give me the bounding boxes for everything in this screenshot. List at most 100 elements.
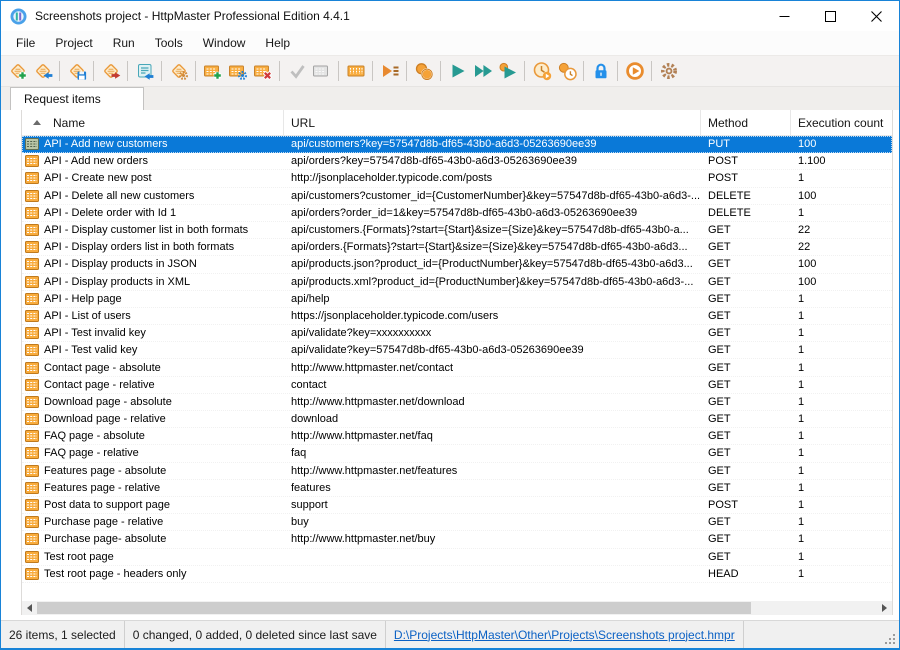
- request-method: GET: [701, 430, 791, 442]
- request-chaining-button[interactable]: [411, 59, 436, 84]
- options-button[interactable]: [656, 59, 681, 84]
- menu-run[interactable]: Run: [103, 32, 145, 54]
- scrollbar-track[interactable]: [37, 601, 877, 615]
- table-row[interactable]: API - Delete all new customersapi/custom…: [22, 188, 892, 205]
- data-generator-button[interactable]: [343, 59, 368, 84]
- request-execution-count: 1: [791, 207, 892, 219]
- execution-monitor-icon: [625, 61, 645, 81]
- table-row[interactable]: API - Add new ordersapi/orders?key=57547…: [22, 153, 892, 170]
- security-lock-button[interactable]: [588, 59, 613, 84]
- toolbar-separator: [372, 61, 373, 81]
- delete-request-item-button[interactable]: [250, 59, 275, 84]
- revert-changes-button[interactable]: [309, 59, 334, 84]
- toolbar: [1, 55, 899, 86]
- table-row[interactable]: API - Display orders list in both format…: [22, 239, 892, 256]
- request-method: GET: [701, 224, 791, 236]
- table-row[interactable]: API - List of usershttps://jsonplacehold…: [22, 308, 892, 325]
- table-row[interactable]: Purchase page - relativebuyGET1: [22, 514, 892, 531]
- execute-all-button[interactable]: [470, 59, 495, 84]
- table-row[interactable]: Test root pageGET1: [22, 549, 892, 566]
- status-item-count: 26 items, 1 selected: [1, 621, 125, 648]
- request-execution-count: 1: [791, 516, 892, 528]
- resize-grip-icon[interactable]: [883, 632, 897, 646]
- table-row[interactable]: API - Help pageapi/helpGET1: [22, 291, 892, 308]
- request-name: FAQ page - relative: [44, 447, 139, 459]
- table-row[interactable]: FAQ page - absolutehttp://www.httpmaster…: [22, 428, 892, 445]
- new-project-item-button[interactable]: [5, 59, 30, 84]
- request-item-icon: [25, 155, 39, 167]
- table-row[interactable]: Features page - absolutehttp://www.httpm…: [22, 463, 892, 480]
- apply-changes-button[interactable]: [284, 59, 309, 84]
- execution-monitor-button[interactable]: [622, 59, 647, 84]
- run-sequence-button[interactable]: [377, 59, 402, 84]
- request-execution-count: 100: [791, 138, 892, 150]
- close-button[interactable]: [853, 1, 899, 31]
- request-url: https://jsonplaceholder.typicode.com/use…: [284, 310, 701, 322]
- request-method: GET: [701, 482, 791, 494]
- table-row[interactable]: Contact page - relativecontactGET1: [22, 377, 892, 394]
- menu-project[interactable]: Project: [45, 32, 102, 54]
- menu-window[interactable]: Window: [193, 32, 256, 54]
- horizontal-scrollbar[interactable]: [22, 601, 892, 615]
- toolbar-separator: [279, 61, 280, 81]
- add-request-item-button[interactable]: [200, 59, 225, 84]
- table-row[interactable]: API - Display products in XMLapi/product…: [22, 274, 892, 291]
- table-row[interactable]: Features page - relativefeaturesGET1: [22, 480, 892, 497]
- project-path-link[interactable]: D:\Projects\HttpMaster\Other\Projects\Sc…: [394, 628, 735, 642]
- table-row[interactable]: Test root page - headers onlyHEAD1: [22, 566, 892, 583]
- table-row[interactable]: API - Display customer list in both form…: [22, 222, 892, 239]
- table-row[interactable]: API - Test invalid keyapi/validate?key=x…: [22, 325, 892, 342]
- open-project-item-button[interactable]: [30, 59, 55, 84]
- table-row[interactable]: API - Display products in JSONapi/produc…: [22, 256, 892, 273]
- scroll-right-button[interactable]: [877, 601, 892, 615]
- schedule-group-button[interactable]: [554, 59, 579, 84]
- request-item-icon: [25, 482, 39, 494]
- export-project-item-button[interactable]: [98, 59, 123, 84]
- app-logo-icon: [10, 8, 27, 25]
- save-project-item-button[interactable]: [64, 59, 89, 84]
- request-method: GET: [701, 310, 791, 322]
- schedule-execution-button[interactable]: [529, 59, 554, 84]
- table-row[interactable]: API - Add new customersapi/customers?key…: [22, 136, 892, 153]
- edit-request-item-button[interactable]: [225, 59, 250, 84]
- data-generator-icon: [346, 61, 366, 81]
- menu-tools[interactable]: Tools: [145, 32, 193, 54]
- scroll-right-icon: [882, 604, 887, 612]
- table-row[interactable]: API - Create new posthttp://jsonplacehol…: [22, 170, 892, 187]
- table-row[interactable]: Download page - relativedownloadGET1: [22, 411, 892, 428]
- request-url: support: [284, 499, 701, 511]
- minimize-button[interactable]: [761, 1, 807, 31]
- delete-request-item-icon: [253, 61, 273, 81]
- execute-selected-button[interactable]: [495, 59, 520, 84]
- request-execution-count: 1: [791, 344, 892, 356]
- column-header-method[interactable]: Method: [701, 110, 791, 135]
- table-row[interactable]: Download page - absolutehttp://www.httpm…: [22, 394, 892, 411]
- menu-file[interactable]: File: [6, 32, 45, 54]
- toolbar-separator: [127, 61, 128, 81]
- column-header-name[interactable]: Name: [22, 110, 284, 135]
- menu-help[interactable]: Help: [255, 32, 300, 54]
- table-row[interactable]: FAQ page - relativefaqGET1: [22, 445, 892, 462]
- scroll-left-icon: [27, 604, 32, 612]
- tab-request-items[interactable]: Request items: [10, 87, 144, 110]
- table-row[interactable]: API - Test valid keyapi/validate?key=575…: [22, 342, 892, 359]
- request-method: POST: [701, 172, 791, 184]
- table-row[interactable]: Post data to support pagesupportPOST1: [22, 497, 892, 514]
- table-row[interactable]: API - Delete order with Id 1api/orders?o…: [22, 205, 892, 222]
- table-body: API - Add new customersapi/customers?key…: [22, 136, 892, 601]
- execute-button[interactable]: [445, 59, 470, 84]
- request-item-icon: [25, 516, 39, 528]
- request-item-icon: [25, 190, 39, 202]
- column-header-execution-count[interactable]: Execution count: [791, 110, 892, 135]
- table-row[interactable]: Contact page - absolutehttp://www.httpma…: [22, 359, 892, 376]
- scrollbar-thumb[interactable]: [37, 602, 751, 614]
- request-method: GET: [701, 344, 791, 356]
- project-properties-button[interactable]: [166, 59, 191, 84]
- scroll-left-button[interactable]: [22, 601, 37, 615]
- item-properties-button[interactable]: [132, 59, 157, 84]
- column-header-url[interactable]: URL: [284, 110, 701, 135]
- table-row[interactable]: Purchase page- absolutehttp://www.httpma…: [22, 531, 892, 548]
- request-name: Contact page - relative: [44, 379, 155, 391]
- request-execution-count: 1: [791, 310, 892, 322]
- maximize-button[interactable]: [807, 1, 853, 31]
